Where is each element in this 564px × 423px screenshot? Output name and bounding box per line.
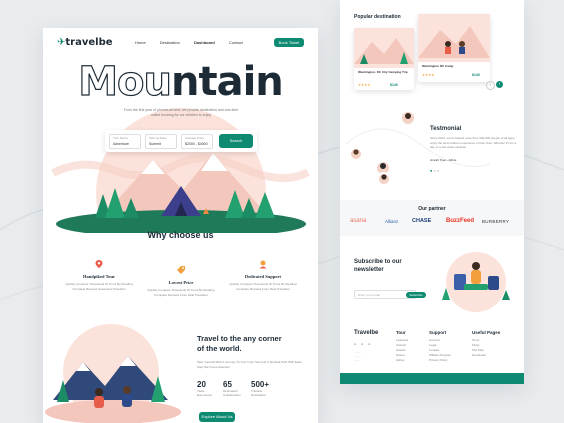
stat-years: 20 Years Experience (197, 380, 213, 397)
partner-asana: asana (350, 218, 367, 224)
support-agent-icon (259, 260, 267, 269)
carousel-prev-button[interactable]: ‹ (486, 81, 495, 90)
nav-links: Home Destination Dashboard Contact (135, 40, 256, 45)
partners-title: Our partner (418, 206, 446, 212)
destination-card-2-image (418, 14, 490, 62)
destination-card-2[interactable]: Washington DC Camp ★★★★ $140 (418, 14, 490, 82)
footer-col-support: Support Account Legal Contact Affiliate … (429, 330, 452, 362)
why-choose-us-title: Why choose us (147, 230, 214, 240)
travel-illustration (45, 324, 181, 423)
stat-travellers: 500+ Traveller Destination (251, 380, 270, 397)
feature-support: Dedicated Support Quickly Compare Thousa… (223, 256, 303, 291)
price-tag-icon (177, 266, 185, 274)
footer-col-useful: Useful Pages Tours FAQs Site Map Newslet… (472, 330, 501, 357)
carousel-next-button[interactable]: › (496, 81, 503, 88)
search-field-price[interactable]: Average Price $2000 - $4000 (181, 134, 213, 149)
feature-handpiked: Handpiked Tour Quickly Compare Thousands… (59, 256, 139, 291)
explore-about-button[interactable]: Explore About Us (199, 412, 235, 422)
top-nav: ✈travelbe Home Destination Dashboard Con… (57, 36, 308, 50)
testimonial-quote: Since 2014, we've helped more than 300,0… (430, 136, 517, 149)
search-button[interactable]: Search (219, 134, 253, 148)
nav-link-contact[interactable]: Contact (229, 40, 243, 45)
footer-bottom-bar (340, 373, 524, 384)
footer-col-tour: Tour Featured Historic Islands Nature Hi… (396, 330, 409, 362)
hero-description: From the first year of phones arrived, w… (123, 108, 239, 117)
book-ticket-button[interactable]: Book Ticket (274, 38, 304, 47)
partner-chase: CHASE (412, 218, 432, 224)
travel-description: Take Yourself With A Journey To Your Inn… (197, 360, 302, 369)
logo[interactable]: ✈travelbe (57, 37, 113, 48)
social-icons[interactable]: ● ● ● (354, 342, 372, 346)
footer-logo[interactable]: Travelbe (354, 330, 378, 336)
footer-address: ........................ (354, 350, 361, 362)
destination-card-1[interactable]: Washington, DC City Camping Trip ★★★★ $1… (354, 28, 414, 90)
popular-title: Popular destination (354, 14, 401, 20)
testimonial-pagination[interactable]: ● ● ● (430, 168, 439, 173)
destination-card-image (354, 28, 414, 68)
subscribe-button[interactable]: Subscribe (406, 292, 426, 298)
nav-link-destination[interactable]: Destination (160, 40, 180, 45)
partner-allianz: Allianz (385, 219, 399, 224)
nav-link-dashboard[interactable]: Dashboard (194, 40, 215, 45)
rating-stars-icon: ★★★★ (358, 83, 371, 87)
nav-link-home[interactable]: Home (135, 40, 146, 45)
search-field-date[interactable]: Pick Up Date Summit (145, 134, 177, 149)
search-bar: Your Name Adventure Pick Up Date Summit … (105, 130, 257, 152)
stat-destinations: 65 Destination Collaboration (223, 380, 241, 397)
feature-lowest-price: Lowest Price Quickly Compare Thousands O… (141, 262, 221, 297)
testimonial-avatars (345, 110, 491, 186)
landing-page-continued: Popular destination Washington, DC City … (340, 0, 524, 384)
testimonial-title: Testmonial (430, 126, 462, 132)
hero-title: Mountain (78, 59, 284, 105)
testimonial-author: Amrah Tyeo - Africa (430, 158, 457, 162)
hero-illustration (51, 108, 310, 233)
map-pin-icon (95, 260, 103, 268)
partner-buzzfeed: BuzzFeed (446, 218, 475, 224)
newsletter-illustration (442, 252, 510, 312)
partner-burberry: BURBERRY (482, 219, 510, 224)
newsletter-title: Subscribe to our newsletter (354, 259, 402, 273)
rating-stars-icon-2: ★★★★ (422, 73, 435, 77)
landing-page: ✈travelbe Home Destination Dashboard Con… (43, 28, 318, 423)
search-field-name[interactable]: Your Name Adventure (109, 134, 141, 149)
travel-title: Travel to the any corner of the world. (197, 334, 282, 353)
